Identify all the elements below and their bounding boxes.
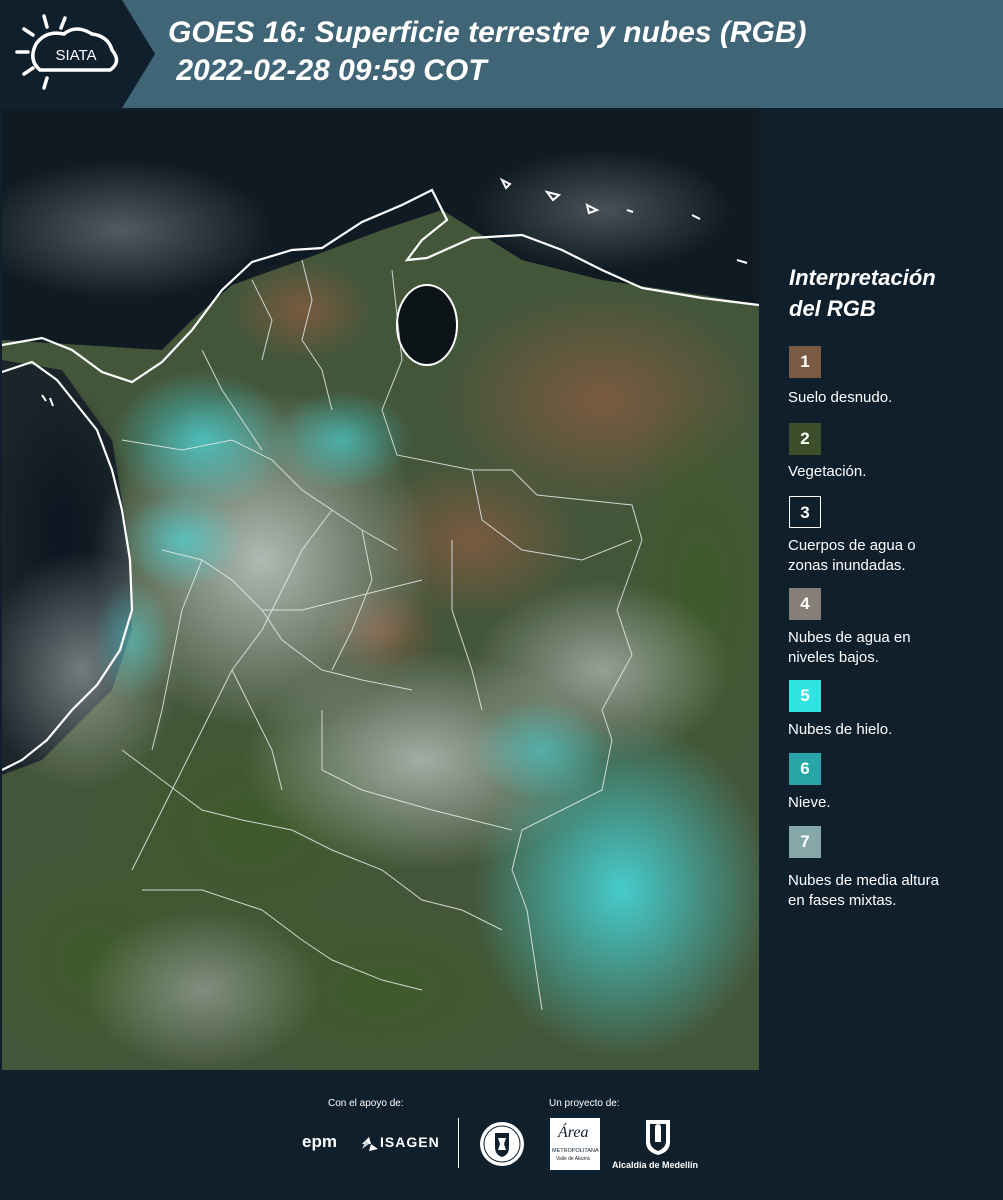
legend-swatch-7: 7: [789, 826, 821, 858]
satellite-map[interactable]: [2, 110, 759, 1070]
footer-separator: [458, 1118, 459, 1168]
area-logo-text: Área: [558, 1124, 589, 1141]
legend-label-4: Nubes de agua en niveles bajos.: [788, 629, 911, 666]
title-line-2: 2022-02-28 09:59 COT: [168, 54, 487, 87]
legend-swatch-4: 4: [789, 588, 821, 620]
alcaldia-text: Alcaldía de Medellín: [612, 1160, 699, 1170]
area-logo-sub1: METROPOLITANA: [552, 1148, 599, 1154]
legend-swatch-3: 3: [789, 496, 821, 528]
logo-text: SIATA: [55, 47, 96, 64]
legend-swatch-5: 5: [789, 680, 821, 712]
support-label: Con el apoyo de:: [328, 1098, 404, 1109]
footer: Con el apoyo de: Un proyecto de: epm ISA…: [0, 1070, 1003, 1200]
alcaldia-logo: Alcaldía de Medellín: [612, 1118, 704, 1178]
title-line-1: GOES 16: Superficie terrestre y nubes (R…: [168, 16, 807, 49]
legend-swatch-6: 6: [789, 753, 821, 785]
legend-swatch-2: 2: [789, 423, 821, 455]
legend-label-3: Cuerpos de agua o zonas inundadas.: [788, 537, 916, 574]
legend-title: Interpretación del RGB: [789, 262, 936, 324]
legend-label-1: Suelo desnudo.: [788, 389, 893, 406]
isagen-icon: [362, 1137, 378, 1151]
project-label: Un proyecto de:: [549, 1098, 620, 1109]
alcaldia-crest-icon: [646, 1120, 670, 1155]
legend-title-line-1: Interpretación: [789, 265, 936, 290]
page-title: GOES 16: Superficie terrestre y nubes (R…: [168, 14, 807, 90]
satellite-image: [2, 110, 759, 1070]
header-bar: SIATA GOES 16: Superficie terrestre y nu…: [0, 0, 1003, 108]
isagen-text: ISAGEN: [380, 1134, 440, 1150]
area-metropolitana-logo: Área METROPOLITANA Valle de Aburrá: [550, 1118, 600, 1170]
rgb-legend: Interpretación del RGB 1 Suelo desnudo. …: [762, 110, 1003, 1070]
area-logo-sub2: Valle de Aburrá: [556, 1156, 590, 1162]
legend-label-5: Nubes de hielo.: [788, 721, 893, 738]
legend-swatch-1: 1: [789, 346, 821, 378]
siata-logo: SIATA: [0, 0, 155, 108]
medellin-seal-logo: [478, 1120, 526, 1173]
legend-label-7: Nubes de media altura en fases mixtas.: [788, 872, 939, 909]
legend-label-2: Vegetación.: [788, 463, 867, 480]
legend-label-6: Nieve.: [788, 794, 831, 811]
legend-title-line-2: del RGB: [789, 296, 876, 321]
epm-logo: epm: [302, 1132, 337, 1151]
